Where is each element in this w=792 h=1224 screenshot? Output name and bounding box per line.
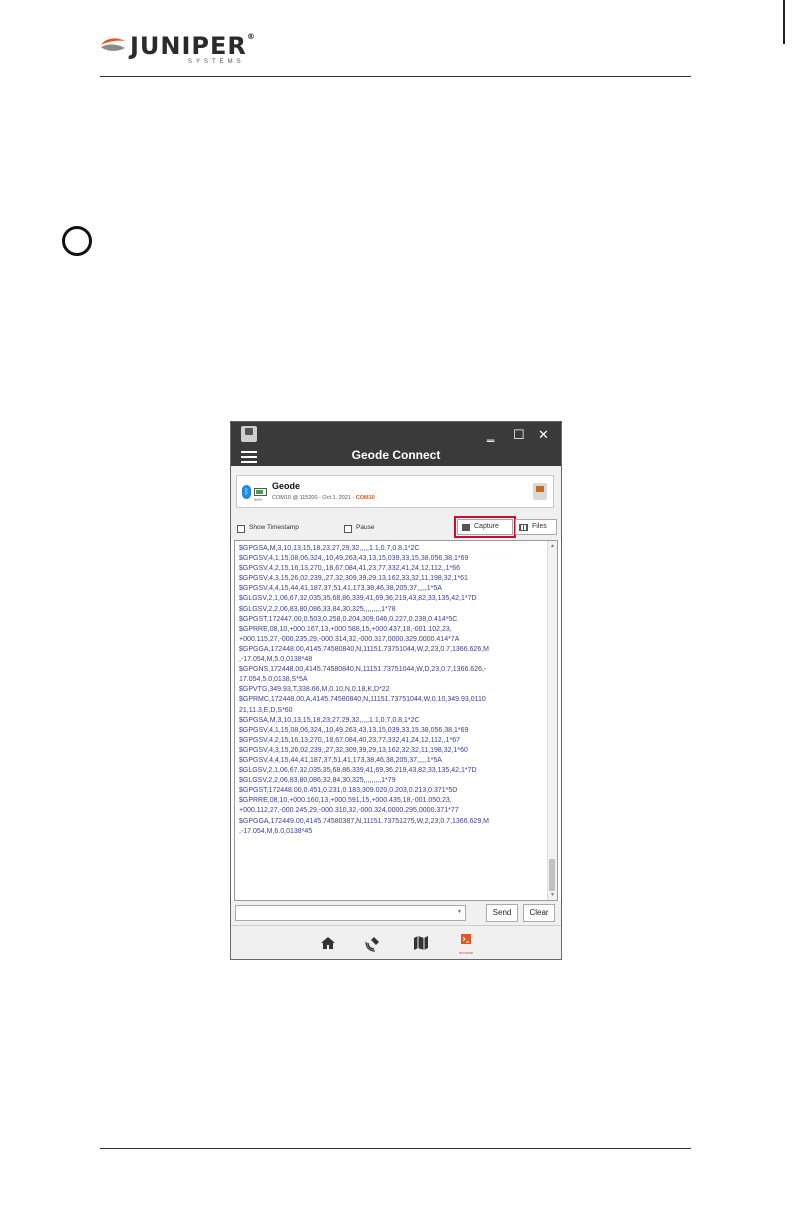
send-button[interactable]: Send xyxy=(486,904,518,922)
terminal-line: $GPGST,172448.00,0.451,0.231,0.183,309.0… xyxy=(239,787,458,795)
app-window: ‗ ☐ ✕ Geode Connect ᛒ 96% Geode COM10 @ … xyxy=(230,421,562,960)
terminal-line: $GPGSV,4,4,15,44,41,187,37,51,41,173,38,… xyxy=(239,756,442,764)
geode-device-icon xyxy=(533,483,547,500)
terminal-line: +000.112,27,-000.245,29,-000.310,32,-000… xyxy=(239,807,459,815)
terminal-line: $GPGSV,4,1,15,08,06,324,,10,49,263,43,13… xyxy=(239,555,469,563)
pause-checkbox[interactable] xyxy=(344,525,352,533)
battery-icon xyxy=(254,488,267,496)
chevron-down-icon[interactable]: ▼ xyxy=(457,909,462,915)
terminal-line: $GPGNS,172448.00,4145.74580840,N,11151.7… xyxy=(239,666,487,674)
command-row: ▼ Send Clear xyxy=(231,901,561,925)
terminal-nav-label: terminal xyxy=(458,950,474,955)
terminal-line: $GPGGA,172448.00,4145.74580840,N,11151.7… xyxy=(239,645,489,653)
maximize-button[interactable]: ☐ xyxy=(513,428,525,442)
terminal-line: +000.115,27,-000.235,29,-000.314,32,-000… xyxy=(239,635,460,643)
terminal-line: $GPGSA,M,3,10,13,15,18,23,27,29,32,,,,,1… xyxy=(239,545,420,552)
scroll-up-icon[interactable]: ▲ xyxy=(550,543,555,549)
capture-highlight-box xyxy=(454,516,516,538)
logo-subtitle: SYSTEMS xyxy=(188,59,245,65)
crop-mark xyxy=(783,0,785,44)
juniper-logo: JUNIPER® SYSTEMS xyxy=(100,32,260,68)
terminal-line: 21,11.3,E,D,S*60 xyxy=(239,706,293,714)
terminal-line: 17.054,5.0,0138,S*5A xyxy=(239,676,308,684)
satellite-icon[interactable] xyxy=(364,934,382,952)
step-marker-circle xyxy=(62,226,92,256)
pause-label: Pause xyxy=(356,524,375,531)
terminal-icon[interactable]: terminal xyxy=(457,934,475,955)
terminal-line: $GPGSV,4,2,15,16,13,270,,18,67,084,41,23… xyxy=(239,565,461,573)
terminal-line: $GLGSV,2,1,06,67,32,035,35,68,86,339,41,… xyxy=(239,595,477,603)
terminal-line: $GPGSV,4,2,15,16,13,270,,18,67,084,40,23… xyxy=(239,736,461,744)
close-button[interactable]: ✕ xyxy=(538,428,549,442)
terminal-line: $GLGSV,2,2,06,83,80,086,32,84,30,325,,,,… xyxy=(239,777,396,785)
terminal-output[interactable]: $GPGSA,M,3,10,13,15,18,23,27,29,32,,,,,1… xyxy=(234,540,558,901)
device-connection-info: COM10 @ 115200 - Oct 1, 2021 - COM10 xyxy=(272,495,375,501)
terminal-line: $GPGSV,4,4,15,44,41,187,37,51,41,173,38,… xyxy=(239,585,442,593)
device-card[interactable]: ᛒ 96% Geode COM10 @ 115200 - Oct 1, 2021… xyxy=(236,475,554,508)
terminal-line: $GPGSV,4,3,15,26,02,239,,27,32,309,39,29… xyxy=(239,575,468,583)
scroll-thumb[interactable] xyxy=(549,859,555,891)
terminal-line: $GPRRE,08,10,+000.160,13,+000.591,15,+00… xyxy=(239,797,452,805)
terminal-line: $GPRMC,172448.00,A,4145.74580840,N,11151… xyxy=(239,696,486,704)
terminal-line: ,-17.054,M,6.0,0138*45 xyxy=(239,827,313,835)
files-label: Files xyxy=(532,523,547,530)
minimize-button[interactable]: ‗ xyxy=(487,428,494,442)
geode-app-icon xyxy=(241,426,257,442)
terminal-line: $GPGST,172447.00,0.503,0.258,0.204,309.0… xyxy=(239,615,458,623)
logo-wordmark: JUNIPER® xyxy=(130,32,256,60)
show-timestamp-label: Show Timestamp xyxy=(249,524,299,531)
footer-divider xyxy=(100,1148,691,1149)
terminal-line: $GPGSV,4,1,15,08,06,324,,10,49,263,43,13… xyxy=(239,726,469,734)
files-button[interactable]: Files xyxy=(515,519,557,535)
terminal-lines: $GPGSA,M,3,10,13,15,18,23,27,29,32,,,,,1… xyxy=(239,544,543,837)
juniper-swoosh-icon xyxy=(101,38,125,51)
terminal-line: $GPGSA,M,3,10,13,15,18,23,27,29,32,,,,,1… xyxy=(239,716,420,724)
title-bar: ‗ ☐ ✕ Geode Connect xyxy=(231,422,561,466)
device-bar: ᛒ 96% Geode COM10 @ 115200 - Oct 1, 2021… xyxy=(231,466,561,516)
device-name: Geode xyxy=(272,481,301,491)
command-input[interactable]: ▼ xyxy=(235,905,466,921)
terminal-line: ,-17.054,M,5.0,0138*48 xyxy=(239,656,313,664)
terminal-line: $GLGSV,2,2,06,83,80,086,33,84,30,325,,,,… xyxy=(239,605,396,613)
map-icon[interactable] xyxy=(412,934,430,952)
bottom-navigation: terminal xyxy=(231,925,561,959)
terminal-line: $GLGSV,2,1,06,67,32,035,35,68,86,339,41,… xyxy=(239,767,477,775)
header-divider xyxy=(100,76,691,77)
terminal-controls: Show Timestamp Pause Capture Files xyxy=(231,516,561,540)
app-title: Geode Connect xyxy=(351,448,441,462)
files-grid-icon xyxy=(519,524,528,531)
terminal-line: $GPRRE,08,10,+000.167,13,+000.588,15,+00… xyxy=(239,625,452,633)
show-timestamp-checkbox[interactable] xyxy=(237,525,245,533)
bluetooth-icon: ᛒ xyxy=(242,485,251,499)
terminal-line: $GPGGA,172449.00,4145.74580387,N,11151.7… xyxy=(239,817,489,825)
terminal-scrollbar[interactable]: ▲ ▼ xyxy=(547,541,557,900)
home-icon[interactable] xyxy=(319,934,337,952)
clear-button[interactable]: Clear xyxy=(523,904,555,922)
device-port: COM10 xyxy=(355,495,375,501)
terminal-line: $GPVTG,349.93,T,338.66,M,0.10,N,0.18,K,D… xyxy=(239,686,390,694)
battery-level: 96% xyxy=(254,497,263,502)
terminal-line: $GPGSV,4,3,15,26,02,239,,27,32,309,39,29… xyxy=(239,746,468,754)
scroll-down-icon[interactable]: ▼ xyxy=(550,892,555,898)
